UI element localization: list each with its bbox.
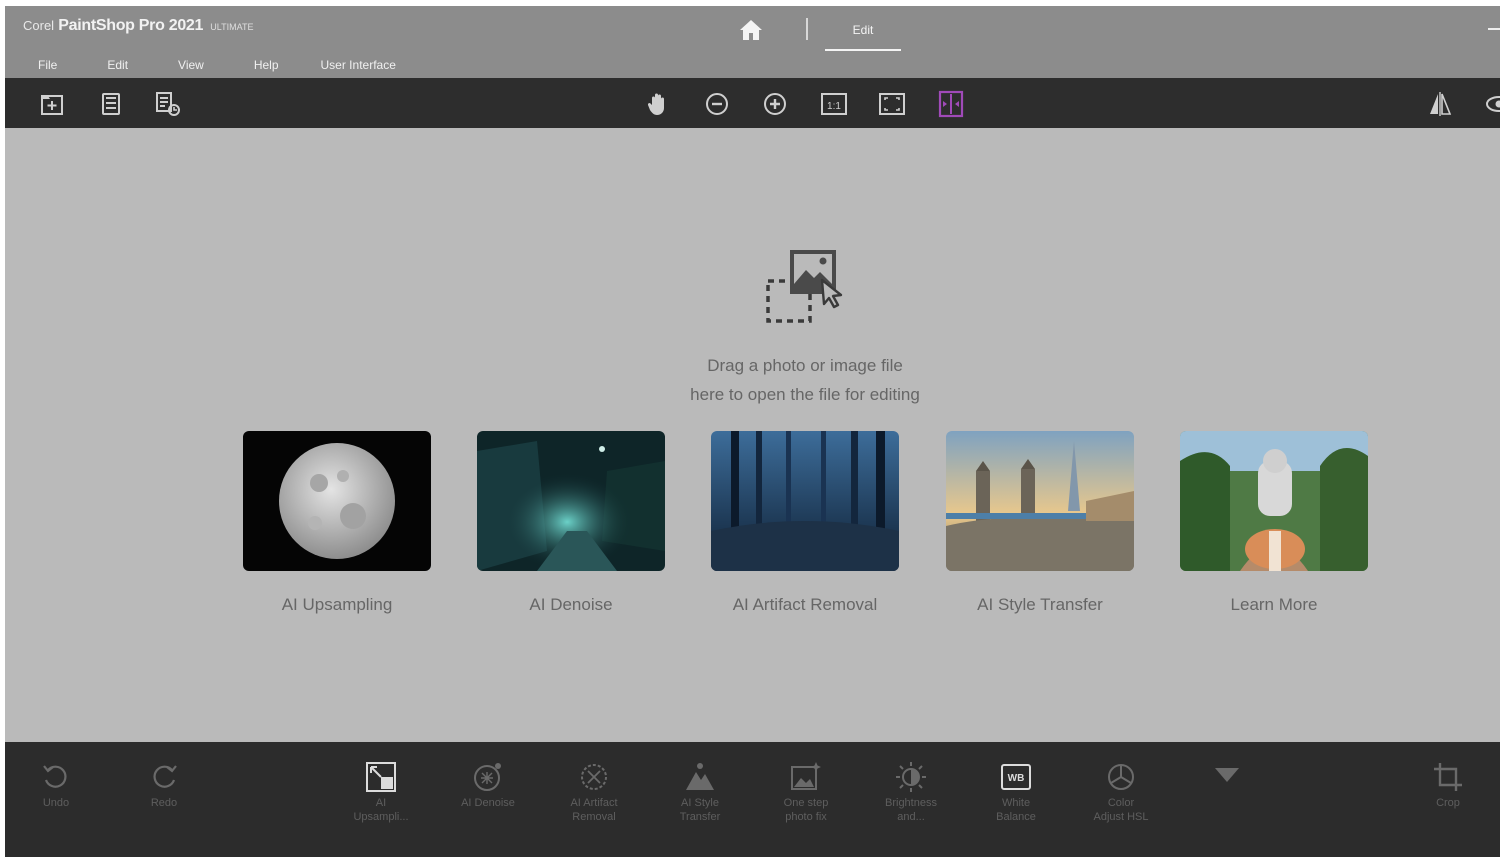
tool-label: One step photo fix — [783, 797, 829, 823]
open-file-icon[interactable] — [38, 90, 66, 118]
tab-edit-underline — [825, 49, 901, 51]
tool-brightness[interactable]: Brightness and... — [876, 760, 946, 824]
tool-one-step-photo-fix[interactable]: One step photo fix — [771, 760, 841, 824]
zoom-in-icon[interactable] — [761, 90, 789, 118]
tool-ai-artifact-removal[interactable]: AI Artifact Removal — [559, 760, 629, 824]
card-label: AI Artifact Removal — [732, 595, 878, 614]
tool-label: AI Artifact Removal — [570, 797, 618, 823]
title-bar: Corel PaintShop Pro 2021 ULTIMATE File E… — [5, 6, 1500, 78]
card-thumbnail — [711, 431, 899, 571]
redo-icon — [153, 765, 177, 788]
card-thumbnail — [477, 431, 665, 571]
card-ai-upsampling[interactable]: AI Upsampling — [243, 431, 431, 615]
menu-file[interactable]: File — [38, 58, 57, 72]
card-thumbnail — [243, 431, 431, 571]
undo-icon — [43, 765, 67, 788]
card-label: Learn More — [1230, 595, 1318, 614]
card-thumbnail — [946, 431, 1134, 571]
ai-style-transfer-icon — [686, 763, 714, 790]
drop-text-line2: here to open the file for editing — [690, 385, 920, 404]
tab-edit-label: Edit — [852, 23, 874, 37]
redo-label: Redo — [150, 797, 178, 809]
tool-ai-upsampling[interactable]: AI Upsampli... — [346, 760, 416, 824]
tab-separator — [806, 18, 808, 40]
actual-size-icon[interactable]: 1:1 — [820, 90, 848, 118]
card-label: AI Upsampling — [281, 595, 393, 614]
tool-label: White Balance — [996, 797, 1036, 823]
brand-prefix: Corel — [23, 18, 55, 33]
undo-label: Undo — [42, 797, 70, 809]
zoom-out-icon[interactable] — [703, 90, 731, 118]
ai-artifact-removal-icon — [581, 764, 607, 790]
drag-image-icon — [760, 246, 850, 330]
home-icon[interactable] — [738, 18, 764, 42]
tool-label: Brightness and... — [885, 797, 937, 823]
color-adjust-hsl-icon — [1108, 764, 1134, 790]
menu-help[interactable]: Help — [254, 58, 279, 72]
menu-bar: File Edit View Help User Interface — [38, 58, 396, 72]
save-icon[interactable] — [97, 90, 125, 118]
tab-edit[interactable]: Edit — [825, 18, 901, 51]
pan-hand-icon[interactable] — [644, 90, 672, 118]
tool-ai-style-transfer[interactable]: AI Style Transfer — [665, 760, 735, 824]
brand-edition: ULTIMATE — [210, 22, 254, 32]
menu-user-interface[interactable]: User Interface — [321, 58, 396, 72]
app-window: Corel PaintShop Pro 2021 ULTIMATE File E… — [5, 6, 1500, 857]
drop-text-line1: Drag a photo or image file — [707, 356, 903, 375]
drop-instructions: Drag a photo or image file here to open … — [605, 351, 1005, 409]
svg-text:WB: WB — [1008, 773, 1025, 784]
card-thumbnail — [1180, 431, 1368, 571]
undo-button[interactable]: Undo — [21, 760, 91, 810]
brightness-icon — [896, 762, 926, 792]
view-icon[interactable] — [1485, 90, 1500, 118]
card-ai-artifact-removal[interactable]: AI Artifact Removal — [711, 431, 899, 615]
mirror-icon[interactable] — [1426, 90, 1454, 118]
tool-white-balance[interactable]: WB White Balance — [981, 760, 1051, 824]
svg-text:1:1: 1:1 — [827, 101, 841, 112]
ai-upsampling-icon — [366, 762, 396, 792]
crop-button[interactable]: Crop — [1413, 760, 1483, 810]
tool-label: AI Upsampli... — [353, 797, 409, 823]
one-step-photo-fix-icon — [791, 762, 821, 790]
top-toolbar: 1:1 — [5, 78, 1500, 128]
brand-name: PaintShop Pro 2021 — [58, 17, 204, 34]
ai-denoise-icon — [474, 763, 501, 791]
app-brand: Corel PaintShop Pro 2021 ULTIMATE — [23, 17, 253, 35]
tool-ai-denoise[interactable]: AI Denoise — [453, 760, 523, 810]
card-learn-more[interactable]: Learn More — [1180, 431, 1368, 615]
card-ai-denoise[interactable]: AI Denoise — [477, 431, 665, 615]
tool-color-adjust-hsl[interactable]: Color Adjust HSL — [1086, 760, 1156, 824]
crop-label: Crop — [1436, 797, 1460, 809]
menu-view[interactable]: View — [178, 58, 204, 72]
crop-icon — [1434, 763, 1462, 791]
fit-to-window-icon[interactable] — [878, 90, 906, 118]
drop-zone[interactable]: Drag a photo or image file here to open … — [5, 128, 1500, 742]
tool-label: AI Style Transfer — [679, 797, 721, 823]
bottom-toolbar: Undo Redo AI Upsampli... AI Denoise AI Ar… — [5, 742, 1500, 857]
menu-edit[interactable]: Edit — [107, 58, 128, 72]
card-ai-style-transfer[interactable]: AI Style Transfer — [946, 431, 1134, 615]
expand-triangle-icon — [1215, 768, 1239, 782]
before-after-icon[interactable] — [937, 90, 965, 118]
more-tools-button[interactable] — [1192, 760, 1262, 794]
card-label: AI Style Transfer — [977, 595, 1103, 614]
tool-label: Color Adjust HSL — [1093, 797, 1149, 823]
redo-button[interactable]: Redo — [129, 760, 199, 810]
tool-label: AI Denoise — [461, 797, 515, 809]
minimize-icon[interactable] — [1488, 28, 1500, 30]
white-balance-icon: WB — [1001, 764, 1031, 790]
card-label: AI Denoise — [529, 595, 613, 614]
batch-process-icon[interactable] — [154, 90, 182, 118]
